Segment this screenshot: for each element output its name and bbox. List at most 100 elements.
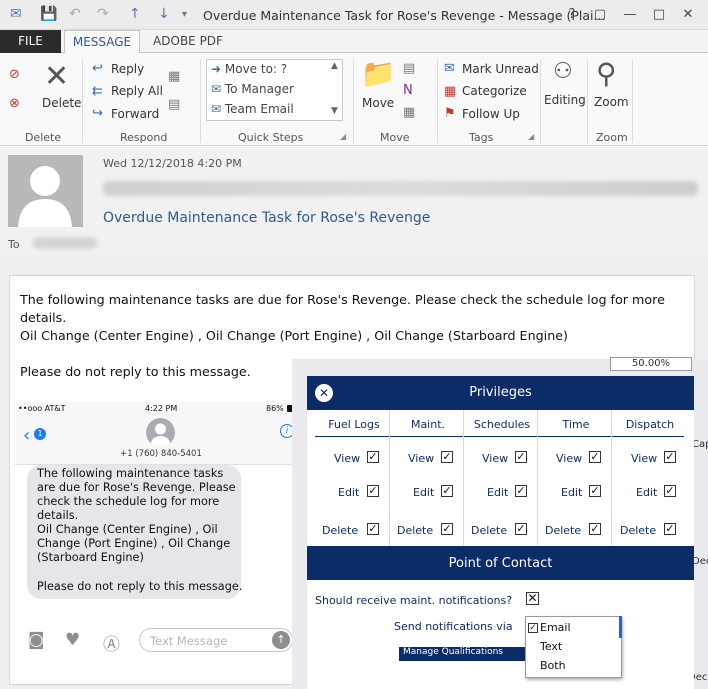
tab-message[interactable]: MESSAGE xyxy=(64,30,140,54)
maximize-button[interactable]: □ xyxy=(647,4,671,26)
back-chevron-icon[interactable]: ‹ xyxy=(23,425,30,446)
delete-button[interactable]: Delete xyxy=(42,96,81,110)
fuel-logs-edit-checkbox[interactable]: ✓ xyxy=(367,485,379,497)
zoom-button[interactable]: Zoom xyxy=(594,95,629,109)
message-input[interactable]: Text Message ↑ xyxy=(139,628,293,652)
dialog-header: Privileges ✕ xyxy=(307,376,694,410)
maint-view-checkbox[interactable]: ✓ xyxy=(441,451,453,463)
onenote-icon[interactable]: N xyxy=(403,83,413,98)
next-item-icon[interactable]: ↓ xyxy=(158,6,170,22)
digital-touch-icon[interactable]: ♥ xyxy=(65,630,80,650)
editing-button[interactable]: Editing xyxy=(544,93,586,107)
delete-icon[interactable]: ✕ xyxy=(44,59,69,94)
close-button[interactable]: ✕ xyxy=(676,4,700,26)
reply-icon[interactable]: ↩ xyxy=(92,61,103,76)
undo-icon[interactable]: ↶ xyxy=(69,6,81,22)
categorize-icon[interactable]: ▦ xyxy=(444,84,456,99)
header-divider xyxy=(315,436,684,437)
magnifier-icon[interactable]: ⚲ xyxy=(596,57,617,90)
phone-conversation-header: ‹ 1 +1 (760) 840-5401 i xyxy=(15,416,307,465)
dialog-launcher-icon[interactable]: ◢ xyxy=(340,132,346,141)
send-arrow-icon[interactable]: ↑ xyxy=(272,631,290,649)
time-delete-checkbox[interactable]: ✓ xyxy=(589,523,601,535)
meeting-icon[interactable]: ▦ xyxy=(168,69,180,84)
binoculars-icon[interactable]: ⚇ xyxy=(553,59,573,84)
quick-step-move-to[interactable]: ➜ Move to: ? xyxy=(211,62,287,76)
notification-method-dropdown[interactable]: ✓ Email Text Both xyxy=(525,616,622,678)
group-label-delete: Delete xyxy=(25,131,62,144)
mark-unread-icon[interactable]: ✉ xyxy=(444,61,455,76)
minimize-button[interactable]: — xyxy=(618,4,642,26)
group-label-tags: Tags xyxy=(469,131,494,144)
more-respond-icon[interactable]: ▤ xyxy=(168,97,180,112)
close-icon[interactable]: ✕ xyxy=(315,384,333,402)
camera-icon[interactable]: ◙ xyxy=(28,630,45,650)
schedules-edit-checkbox[interactable]: ✓ xyxy=(515,485,527,497)
app-store-icon[interactable]: Ⓐ xyxy=(103,630,120,655)
option-both[interactable]: Both xyxy=(540,659,566,672)
send-notifications-via-label: Send notifications via xyxy=(394,620,513,633)
fuel-logs-delete-checkbox[interactable]: ✓ xyxy=(367,523,379,535)
quick-step-team-email[interactable]: ✉ Team Email xyxy=(211,102,294,116)
save-icon[interactable]: 💾 xyxy=(40,6,57,22)
dispatch-view-checkbox[interactable]: ✓ xyxy=(664,451,676,463)
view-label: View xyxy=(482,452,509,465)
forward-icon[interactable]: ↪ xyxy=(92,106,103,121)
dispatch-edit-checkbox[interactable]: ✓ xyxy=(664,485,676,497)
quick-steps-scroll-up-icon[interactable]: ▲ xyxy=(331,61,338,71)
dialog-launcher-icon[interactable]: ◢ xyxy=(528,132,534,141)
fuel-logs-view-checkbox[interactable]: ✓ xyxy=(367,451,379,463)
time-view-checkbox[interactable]: ✓ xyxy=(589,451,601,463)
time-edit-checkbox[interactable]: ✓ xyxy=(589,485,601,497)
tab-file[interactable]: FILE xyxy=(0,30,61,53)
tab-adobe-pdf[interactable]: ADOBE PDF xyxy=(140,30,236,53)
message-line: Change (Port Engine) , Oil Change xyxy=(37,537,231,550)
schedules-delete-checkbox[interactable]: ✓ xyxy=(515,523,527,535)
quick-step-label: To Manager xyxy=(224,82,294,96)
view-label: View xyxy=(556,452,583,465)
redo-icon[interactable]: ↷ xyxy=(97,6,109,22)
quick-step-label: Move to: ? xyxy=(224,62,288,76)
quick-step-to-manager[interactable]: ✉ To Manager xyxy=(211,82,294,96)
move-button[interactable]: Move xyxy=(362,96,394,110)
maint-delete-checkbox[interactable]: ✓ xyxy=(441,523,453,535)
receive-notifications-checkbox[interactable]: ✕ xyxy=(526,592,539,605)
message-line: (Starboard Engine) xyxy=(37,551,144,564)
option-text[interactable]: Text xyxy=(540,640,562,653)
point-of-contact-header: Point of Contact xyxy=(307,546,694,580)
option-email[interactable]: Email xyxy=(540,621,571,634)
message-line: details. xyxy=(37,509,79,522)
help-button[interactable]: ? xyxy=(560,4,584,26)
ribbon: ⊘ ⊗ ✕ Delete Delete ↩ Reply ⇇ Reply All … xyxy=(0,53,708,146)
follow-up-flag-icon[interactable]: ⚑ xyxy=(444,106,456,121)
mark-unread-button[interactable]: Mark Unread xyxy=(462,62,539,76)
actions-icon[interactable]: ▦ xyxy=(403,105,415,120)
dispatch-delete-checkbox[interactable]: ✓ xyxy=(664,523,676,535)
customize-toolbar-icon[interactable]: ▾ xyxy=(182,9,187,20)
clock: 4:22 PM xyxy=(145,404,178,413)
maint-edit-checkbox[interactable]: ✓ xyxy=(441,485,453,497)
delete-label: Delete xyxy=(471,524,508,537)
reply-all-button[interactable]: Reply All xyxy=(111,84,163,98)
to-label: To xyxy=(8,238,20,251)
ribbon-separator xyxy=(200,59,201,143)
background-button: Manage Qualifications xyxy=(399,647,535,661)
move-folder-icon[interactable]: 📁 xyxy=(361,57,396,90)
junk-icon[interactable]: ⊗ xyxy=(9,96,20,111)
body-line: Oil Change (Center Engine) , Oil Change … xyxy=(20,328,568,343)
schedules-view-checkbox[interactable]: ✓ xyxy=(515,451,527,463)
forward-button[interactable]: Forward xyxy=(111,107,159,121)
body-line: The following maintenance tasks are due … xyxy=(20,292,665,307)
rules-icon[interactable]: ▤ xyxy=(403,61,415,76)
message-line: Oil Change (Center Engine) , Oil xyxy=(37,523,218,536)
quick-step-label: Team Email xyxy=(224,102,294,116)
ribbon-display-button[interactable]: ▢ xyxy=(588,4,612,26)
follow-up-button[interactable]: Follow Up xyxy=(462,107,520,121)
reply-button[interactable]: Reply xyxy=(111,62,144,76)
previous-item-icon[interactable]: ↑ xyxy=(129,6,141,22)
column-divider xyxy=(389,410,390,546)
ignore-icon[interactable]: ⊘ xyxy=(9,67,20,82)
categorize-button[interactable]: Categorize xyxy=(462,84,527,98)
reply-all-icon[interactable]: ⇇ xyxy=(92,84,103,99)
quick-steps-more-icon[interactable]: ▼ xyxy=(331,106,338,116)
